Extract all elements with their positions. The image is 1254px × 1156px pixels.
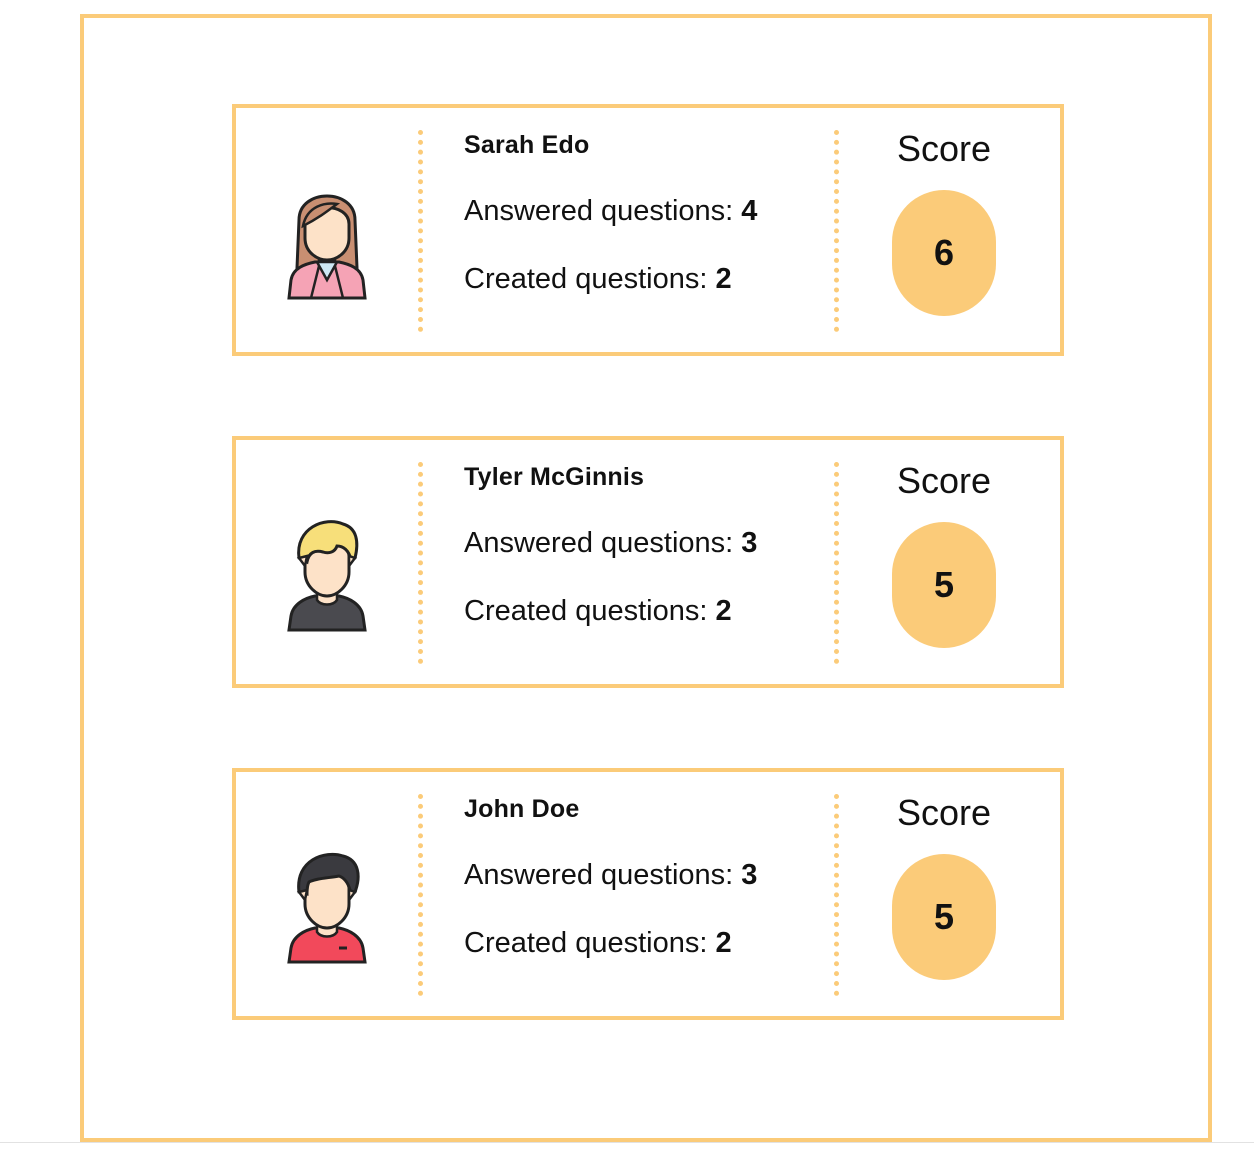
score-badge: 5 (892, 522, 996, 648)
user-name: Sarah Edo (464, 131, 590, 159)
leaderboard-card: John Doe Answered questions: 3 Created q… (232, 768, 1064, 1020)
user-name: Tyler McGinnis (464, 463, 645, 491)
score-label: Score (896, 128, 992, 169)
answered-value: 3 (741, 859, 758, 891)
created-label: Created questions: (464, 263, 708, 295)
answered-value: 4 (741, 195, 758, 227)
score-section: Score 5 (856, 460, 1032, 648)
score-badge: 6 (892, 190, 996, 316)
user-info: Sarah Edo Answered questions: 4 Created … (464, 130, 814, 296)
avatar (236, 440, 418, 684)
answered-questions: Answered questions: 3 (464, 858, 814, 892)
answered-questions: Answered questions: 3 (464, 526, 814, 560)
dotted-separator (418, 462, 423, 664)
created-value: 2 (715, 595, 732, 627)
leaderboard-card: Tyler McGinnis Answered questions: 3 Cre… (232, 436, 1064, 688)
answered-questions: Answered questions: 4 (464, 194, 814, 228)
answered-label: Answered questions: (464, 527, 734, 559)
dotted-separator (834, 130, 839, 332)
answered-value: 3 (741, 527, 758, 559)
score-badge: 5 (892, 854, 996, 980)
score-section: Score 5 (856, 792, 1032, 980)
created-label: Created questions: (464, 927, 708, 959)
user-info: Tyler McGinnis Answered questions: 3 Cre… (464, 462, 814, 628)
score-label: Score (896, 460, 992, 501)
dotted-separator (418, 130, 423, 332)
created-value: 2 (715, 927, 732, 959)
dotted-separator (834, 462, 839, 664)
score-label: Score (896, 792, 992, 833)
created-questions: Created questions: 2 (464, 926, 814, 960)
page-bottom-divider (0, 1142, 1254, 1143)
blond-man-avatar-icon (287, 520, 367, 632)
answered-label: Answered questions: (464, 195, 734, 227)
answered-label: Answered questions: (464, 859, 734, 891)
created-questions: Created questions: 2 (464, 594, 814, 628)
dotted-separator (418, 794, 423, 996)
created-value: 2 (715, 263, 732, 295)
woman-avatar-icon (287, 194, 367, 300)
avatar (236, 772, 418, 1016)
user-name: John Doe (464, 795, 580, 823)
leaderboard-card: Sarah Edo Answered questions: 4 Created … (232, 104, 1064, 356)
created-questions: Created questions: 2 (464, 262, 814, 296)
user-info: John Doe Answered questions: 3 Created q… (464, 794, 814, 960)
created-label: Created questions: (464, 595, 708, 627)
dark-hair-man-avatar-icon (287, 852, 367, 964)
dotted-separator (834, 794, 839, 996)
avatar (236, 108, 418, 352)
score-section: Score 6 (856, 128, 1032, 316)
